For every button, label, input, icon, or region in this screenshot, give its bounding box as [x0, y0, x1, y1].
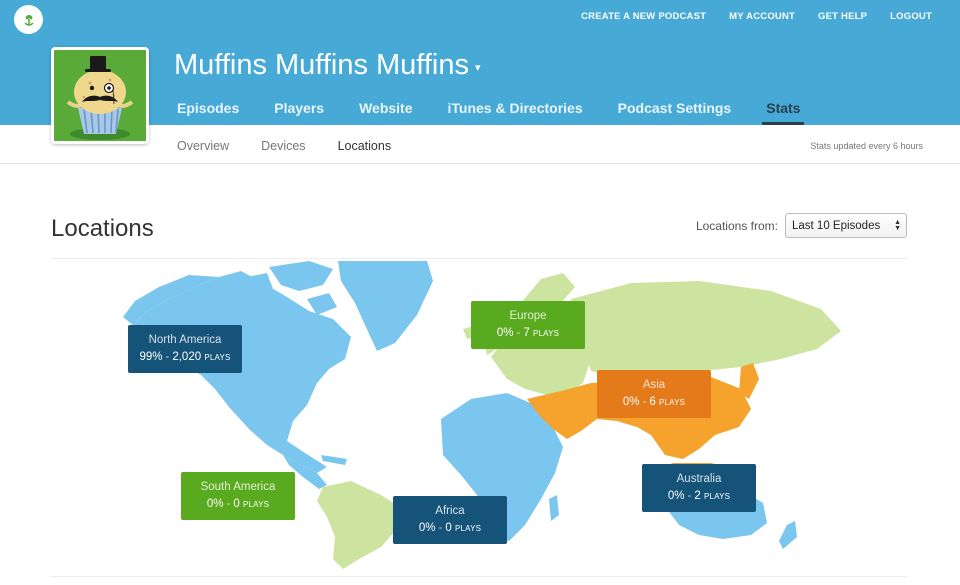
stats-subtabs: Overview Devices Locations — [177, 139, 391, 153]
create-podcast-link[interactable]: CREATE A NEW PODCAST — [581, 11, 706, 22]
chevron-down-icon: ▾ — [474, 62, 481, 74]
my-account-link[interactable]: MY ACCOUNT — [729, 11, 795, 22]
region-percent: 0% — [206, 498, 224, 510]
logout-link[interactable]: LOGOUT — [890, 11, 932, 22]
subtab-overview[interactable]: Overview — [177, 139, 229, 153]
plays-unit: PLAYS — [658, 398, 686, 407]
tab-website[interactable]: Website — [359, 100, 412, 125]
locations-filter: Locations from: Last 10 Episodes ▲ ▼ — [696, 213, 907, 238]
plays-unit: PLAYS — [204, 353, 231, 362]
region-plays: 2 — [694, 490, 701, 502]
locations-filter-label: Locations from: — [695, 218, 778, 233]
plays-unit: PLAYS — [242, 500, 270, 509]
logo-icon — [20, 11, 37, 28]
select-arrows-icon: ▲ ▼ — [894, 218, 901, 232]
plays-unit: PLAYS — [703, 492, 731, 501]
map-greenland — [338, 261, 433, 351]
region-percent: 0% — [418, 522, 436, 534]
region-stats: 0% -7 PLAYS — [496, 327, 560, 339]
region-label-australia[interactable]: Australia 0% -2 PLAYS — [642, 464, 756, 512]
region-label-south-america[interactable]: South America 0% -0 PLAYS — [181, 472, 295, 520]
tab-stats[interactable]: Stats — [762, 100, 805, 125]
muffin-mascot-image — [54, 50, 146, 141]
region-percent: 99% — [139, 351, 163, 363]
top-nav: CREATE A NEW PODCAST MY ACCOUNT GET HELP… — [581, 11, 932, 22]
tab-players[interactable]: Players — [274, 100, 324, 125]
region-label-asia[interactable]: Asia 0% -6 PLAYS — [597, 370, 711, 418]
region-stats: 0% -0 PLAYS — [206, 498, 270, 510]
region-plays: 0 — [445, 522, 452, 534]
region-percent: 0% — [496, 327, 514, 339]
subtab-devices[interactable]: Devices — [261, 139, 305, 153]
tab-podcast-settings[interactable]: Podcast Settings — [618, 100, 732, 125]
region-percent: 0% — [667, 490, 685, 502]
map-madagascar — [549, 495, 559, 521]
subtab-locations[interactable]: Locations — [338, 139, 392, 153]
region-plays: 6 — [649, 396, 656, 408]
region-stats: 99% -2,020 PLAYS — [139, 351, 231, 363]
region-name: Europe — [509, 310, 547, 322]
episodes-range-select[interactable]: Last 10 Episodes ▲ ▼ — [785, 213, 907, 238]
region-name: South America — [200, 481, 276, 493]
tab-episodes[interactable]: Episodes — [177, 100, 239, 125]
map-japan — [739, 363, 759, 399]
region-plays: 2,020 — [172, 351, 202, 363]
map-new-zealand — [779, 521, 797, 549]
region-stats: 0% -0 PLAYS — [418, 522, 482, 534]
region-plays: 0 — [233, 498, 240, 510]
stats-updated-note: Stats updated every 6 hours — [810, 141, 923, 151]
plays-unit: PLAYS — [454, 524, 482, 533]
get-help-link[interactable]: GET HELP — [818, 11, 867, 22]
tab-itunes-directories[interactable]: iTunes & Directories — [448, 100, 583, 125]
region-stats: 0% -6 PLAYS — [622, 396, 686, 408]
region-name: Africa — [435, 505, 465, 517]
page-title: Locations — [51, 215, 154, 242]
region-stats: 0% -2 PLAYS — [667, 490, 731, 502]
region-label-north-america[interactable]: North America 99% -2,020 PLAYS — [128, 325, 242, 373]
region-label-africa[interactable]: Africa 0% -0 PLAYS — [393, 496, 507, 544]
region-name: Asia — [642, 379, 666, 391]
region-label-europe[interactable]: Europe 0% -7 PLAYS — [471, 301, 585, 349]
podbean-logo[interactable] — [14, 5, 43, 34]
region-plays: 7 — [523, 327, 530, 339]
episodes-range-value: Last 10 Episodes — [792, 219, 881, 232]
podcast-avatar[interactable] — [51, 47, 149, 144]
podcast-title: Muffins Muffins Muffins — [174, 49, 469, 81]
map-russia — [571, 281, 841, 379]
divider-bottom — [51, 576, 907, 577]
map-south-america — [317, 481, 403, 569]
plays-unit: PLAYS — [532, 329, 560, 338]
region-name: North America — [148, 334, 222, 346]
region-name: Australia — [676, 473, 722, 485]
podcast-title-dropdown[interactable]: Muffins Muffins Muffins ▾ — [174, 49, 481, 82]
region-percent: 0% — [622, 396, 640, 408]
main-tabs: Episodes Players Website iTunes & Direct… — [177, 100, 835, 125]
